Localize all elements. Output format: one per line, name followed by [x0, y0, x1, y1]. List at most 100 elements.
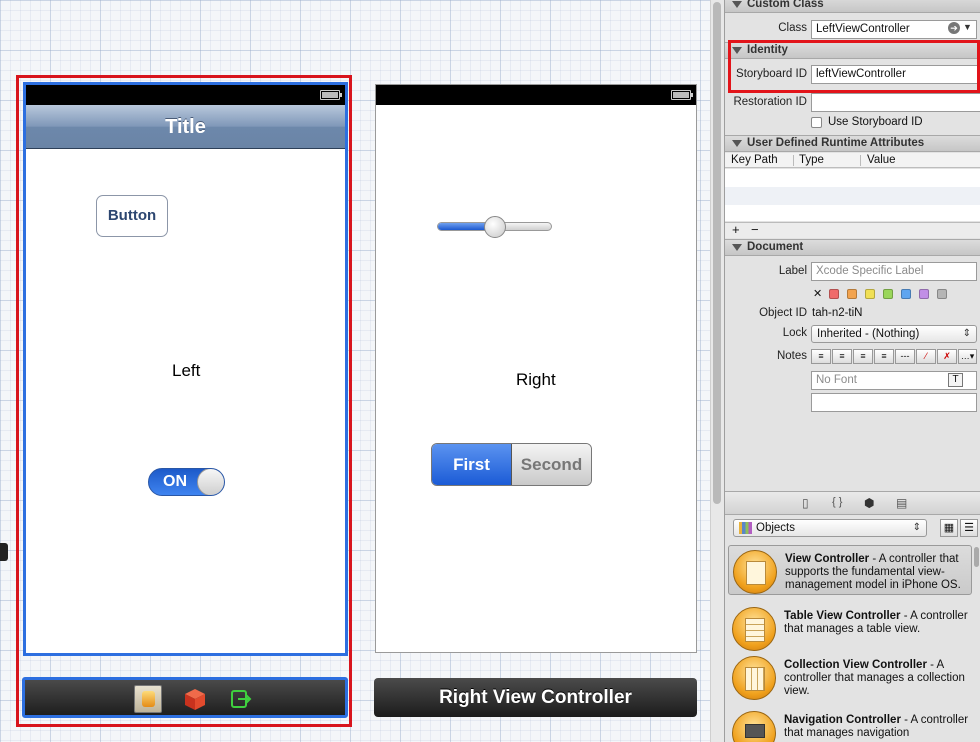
color-swatch[interactable] [937, 289, 947, 299]
battery-icon [320, 90, 342, 100]
identity-highlight-box [728, 40, 980, 93]
line-style-icon[interactable]: --- [895, 349, 915, 364]
library-filter-popup[interactable]: Objects [733, 519, 927, 537]
library-item-title: Navigation Controller [784, 714, 901, 726]
library-scrollbar-thumb[interactable] [974, 547, 979, 567]
library-tab-bar: ▯ { } ⬢ ▤ [725, 491, 980, 515]
grid-view-icon[interactable]: ▦ [940, 519, 958, 537]
document-label-label: Label [778, 265, 807, 277]
switch-on-text: ON [163, 473, 187, 490]
align-center-icon[interactable]: ≡ [832, 349, 852, 364]
align-right-icon[interactable]: ≡ [853, 349, 873, 364]
text-color-icon[interactable]: ✗ [937, 349, 957, 364]
runtime-attributes-toolbar: + − [725, 222, 980, 238]
runtime-attributes-table-header: Key Path Type Value [725, 153, 980, 168]
color-swatch[interactable] [919, 289, 929, 299]
lock-label: Lock [782, 327, 807, 339]
slider-thumb[interactable] [484, 216, 506, 238]
status-bar [376, 85, 696, 105]
library-item-title: Table View Controller [784, 610, 901, 622]
class-value: LeftViewController [816, 23, 910, 35]
segmented-control[interactable]: First Second [431, 443, 592, 486]
table-view-controller-icon [732, 607, 776, 651]
on-off-switch[interactable]: ON [148, 468, 225, 496]
class-label: Class [778, 22, 807, 34]
rounded-rect-button[interactable]: Button [96, 195, 168, 237]
navigate-arrow-icon[interactable]: ➔ [948, 22, 960, 34]
column-key-path[interactable]: Key Path [731, 153, 778, 167]
color-swatch[interactable] [865, 289, 875, 299]
color-swatch[interactable] [829, 289, 839, 299]
chevron-down-icon[interactable]: ▼ [963, 22, 972, 32]
font-placeholder: No Font [816, 374, 857, 386]
view-controller-icon[interactable] [134, 685, 162, 713]
library-item-text: Navigation Controller - A controller tha… [784, 714, 970, 740]
color-swatch[interactable] [901, 289, 911, 299]
lock-value: Inherited - (Nothing) [817, 328, 920, 340]
runtime-attributes-header[interactable]: User Defined Runtime Attributes [725, 135, 980, 152]
media-library-icon[interactable]: ▤ [896, 496, 907, 510]
library-books-icon [739, 522, 752, 534]
navigation-controller-icon [732, 711, 776, 742]
status-bar [26, 85, 345, 105]
canvas-scrollbar-thumb[interactable] [713, 2, 721, 504]
custom-class-header[interactable]: Custom Class [725, 0, 980, 13]
add-attribute-button[interactable]: + [732, 222, 740, 237]
library-item-text: View Controller - A controller that supp… [785, 553, 971, 592]
first-responder-icon[interactable] [181, 685, 209, 713]
list-view-icon[interactable]: ☰ [960, 519, 978, 537]
document-label-field[interactable]: Xcode Specific Label [811, 262, 977, 281]
battery-icon [671, 90, 693, 100]
file-template-icon[interactable]: ▯ [802, 496, 809, 510]
use-storyboard-id-checkbox[interactable] [811, 117, 822, 128]
library-item-collection-view-controller[interactable]: Collection View Controller - A controlle… [728, 652, 972, 702]
column-value[interactable]: Value [867, 153, 896, 167]
restoration-id-field[interactable] [811, 93, 980, 112]
no-color-icon[interactable]: ⁄ [916, 349, 936, 364]
library-item-title: Collection View Controller [784, 659, 927, 671]
library-item-view-controller[interactable]: View Controller - A controller that supp… [728, 545, 972, 595]
nav-title[interactable]: Title [26, 105, 345, 149]
right-label[interactable]: Right [516, 370, 556, 390]
navigation-bar[interactable]: Title [26, 105, 345, 149]
notes-text-field[interactable] [811, 393, 977, 412]
object-library-icon[interactable]: ⬢ [864, 496, 874, 510]
switch-knob [197, 469, 224, 495]
identity-inspector: Custom Class Class LeftViewController ➔ … [724, 0, 980, 742]
code-snippet-icon[interactable]: { } [832, 496, 842, 508]
use-storyboard-id-label[interactable]: Use Storyboard ID [828, 116, 923, 128]
object-id-label: Object ID [759, 307, 807, 319]
right-scene-dock-title[interactable]: Right View Controller [374, 678, 697, 717]
collection-view-controller-icon [732, 656, 776, 700]
runtime-attributes-table[interactable] [725, 169, 980, 221]
left-scene-dock[interactable] [22, 677, 348, 718]
more-options-icon[interactable]: …▾ [958, 349, 977, 364]
exit-icon[interactable] [226, 685, 254, 713]
align-left-icon[interactable]: ≡ [811, 349, 831, 364]
library-filter-value: Objects [756, 522, 795, 534]
align-justify-icon[interactable]: ≡ [874, 349, 894, 364]
library-item-text: Table View Controller - A controller tha… [784, 610, 970, 636]
notes-label: Notes [776, 350, 807, 362]
object-id-value: tah-n2-tiN [812, 307, 863, 319]
segment-second[interactable]: Second [512, 444, 591, 485]
lock-popup[interactable]: Inherited - (Nothing) [811, 325, 977, 343]
clear-color-button[interactable]: ✕ [813, 287, 822, 300]
library-item-navigation-controller[interactable]: Navigation Controller - A controller tha… [728, 707, 972, 742]
document-label-placeholder: Xcode Specific Label [816, 265, 924, 277]
font-picker-button[interactable]: T [948, 373, 963, 387]
right-view-controller-view[interactable]: Right First Second [375, 84, 697, 653]
left-view-controller-view[interactable]: Title Button Left ON [23, 82, 348, 656]
remove-attribute-button[interactable]: − [751, 222, 759, 237]
column-type[interactable]: Type [799, 153, 824, 167]
canvas-edge-handle [0, 543, 8, 561]
document-header[interactable]: Document [725, 239, 980, 256]
left-label[interactable]: Left [172, 361, 200, 381]
library-item-table-view-controller[interactable]: Table View Controller - A controller tha… [728, 603, 972, 653]
view-controller-icon [733, 550, 777, 594]
slider[interactable] [437, 216, 552, 238]
segment-first[interactable]: First [432, 444, 512, 485]
color-swatch[interactable] [883, 289, 893, 299]
library-item-text: Collection View Controller - A controlle… [784, 659, 970, 698]
color-swatch[interactable] [847, 289, 857, 299]
